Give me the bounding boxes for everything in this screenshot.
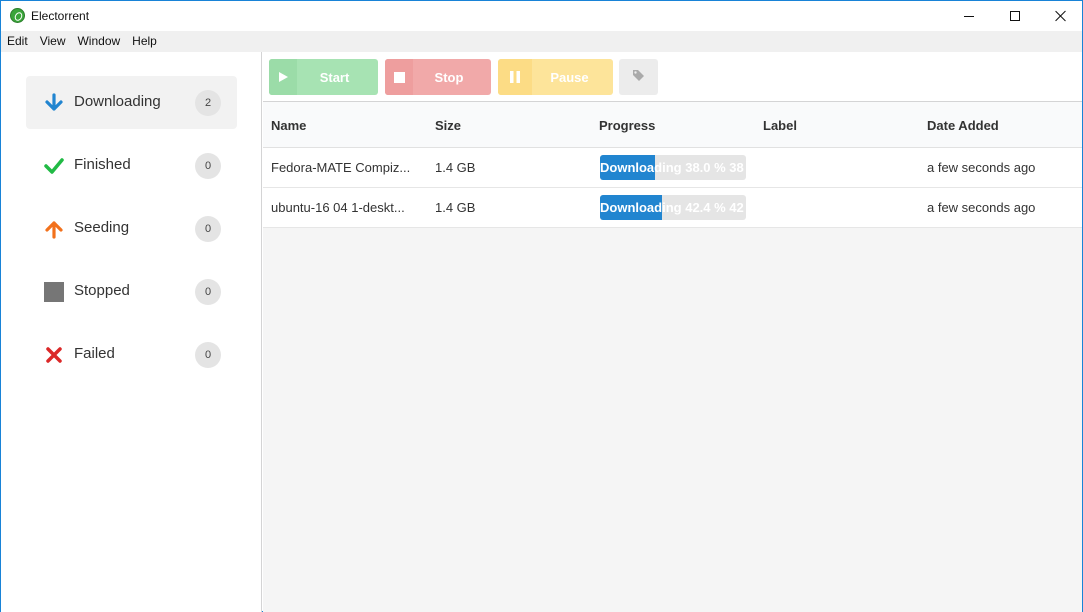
sidebar-item-finished[interactable]: Finished 0 — [26, 139, 237, 192]
column-header-date-added[interactable]: Date Added — [927, 118, 999, 133]
label-button[interactable] — [619, 59, 658, 95]
start-button-label: Start — [319, 69, 350, 85]
arrow-down-icon — [44, 93, 64, 113]
count-badge: 0 — [195, 216, 221, 242]
torrent-date-added: a few seconds ago — [927, 160, 1036, 175]
sidebar-item-label: Downloading — [74, 93, 161, 110]
column-header-name[interactable]: Name — [271, 118, 306, 133]
sidebar-item-failed[interactable]: Failed 0 — [26, 328, 237, 381]
app-logo-icon — [10, 8, 25, 23]
torrent-name: Fedora-MATE Compiz... — [271, 160, 411, 175]
sidebar-item-stopped[interactable]: Stopped 0 — [26, 265, 237, 318]
stop-icon — [385, 59, 413, 95]
menu-edit[interactable]: Edit — [1, 31, 34, 52]
x-icon — [44, 345, 64, 365]
count-badge: 2 — [195, 90, 221, 116]
sidebar: Downloading 2 Finished 0 Seeding 0 Stopp… — [1, 52, 262, 612]
sidebar-item-label: Finished — [74, 156, 131, 173]
menu-window[interactable]: Window — [71, 31, 126, 52]
stop-square-icon — [44, 282, 64, 302]
progress-bar: Downloading 42.4 % 42 — [600, 195, 746, 220]
stop-button[interactable]: Stop — [385, 59, 491, 95]
sidebar-item-label: Seeding — [74, 219, 130, 236]
maximize-icon — [1010, 11, 1020, 21]
torrent-name: ubuntu-16 04 1-deskt... — [271, 200, 405, 215]
pause-button[interactable]: Pause — [498, 59, 613, 95]
torrent-size: 1.4 GB — [435, 200, 476, 215]
progress-text: Downloading 42.4 % 42 — [600, 200, 744, 215]
count-badge: 0 — [195, 342, 221, 368]
minimize-icon — [964, 15, 974, 17]
pause-icon — [498, 59, 532, 95]
pause-button-label: Pause — [550, 69, 589, 85]
close-icon — [1055, 10, 1067, 22]
tag-icon — [632, 69, 645, 85]
close-button[interactable] — [1038, 1, 1083, 31]
main-panel: Start Stop Pause SOFTPEDIA — [263, 52, 1082, 612]
title-bar: Electorrent — [1, 1, 1082, 31]
window-title: Electorrent — [31, 9, 90, 23]
progress-bar: Downloading 38.0 % 38 — [600, 155, 746, 180]
sidebar-item-label: Failed — [74, 345, 115, 362]
play-icon — [269, 59, 297, 95]
check-icon — [44, 156, 64, 176]
menu-help[interactable]: Help — [126, 31, 163, 52]
menu-bar: Edit View Window Help — [1, 31, 1082, 52]
column-header-label[interactable]: Label — [763, 118, 797, 133]
toolbar: Start Stop Pause SOFTPEDIA — [263, 52, 1082, 141]
maximize-button[interactable] — [992, 1, 1038, 31]
torrent-date-added: a few seconds ago — [927, 200, 1036, 215]
column-header-size[interactable]: Size — [435, 118, 461, 133]
minimize-button[interactable] — [946, 1, 992, 31]
table-header: Name Size Progress Label Date Added — [263, 102, 1082, 148]
table-row[interactable]: Fedora-MATE Compiz... 1.4 GB Downloading… — [263, 148, 1082, 188]
table-row[interactable]: ubuntu-16 04 1-deskt... 1.4 GB Downloadi… — [263, 188, 1082, 228]
count-badge: 0 — [195, 153, 221, 179]
count-badge: 0 — [195, 279, 221, 305]
menu-view[interactable]: View — [34, 31, 72, 52]
torrent-table: Name Size Progress Label Date Added Fedo… — [263, 102, 1082, 228]
sidebar-item-label: Stopped — [74, 282, 130, 299]
column-header-progress[interactable]: Progress — [599, 118, 655, 133]
torrent-size: 1.4 GB — [435, 160, 476, 175]
progress-text: Downloading 38.0 % 38 — [600, 160, 744, 175]
sidebar-item-downloading[interactable]: Downloading 2 — [26, 76, 237, 129]
arrow-up-icon — [44, 219, 64, 239]
stop-button-label: Stop — [434, 69, 464, 85]
sidebar-item-seeding[interactable]: Seeding 0 — [26, 202, 237, 255]
start-button[interactable]: Start — [269, 59, 378, 95]
app-window: Electorrent Edit View Window Help Downlo… — [0, 0, 1083, 612]
